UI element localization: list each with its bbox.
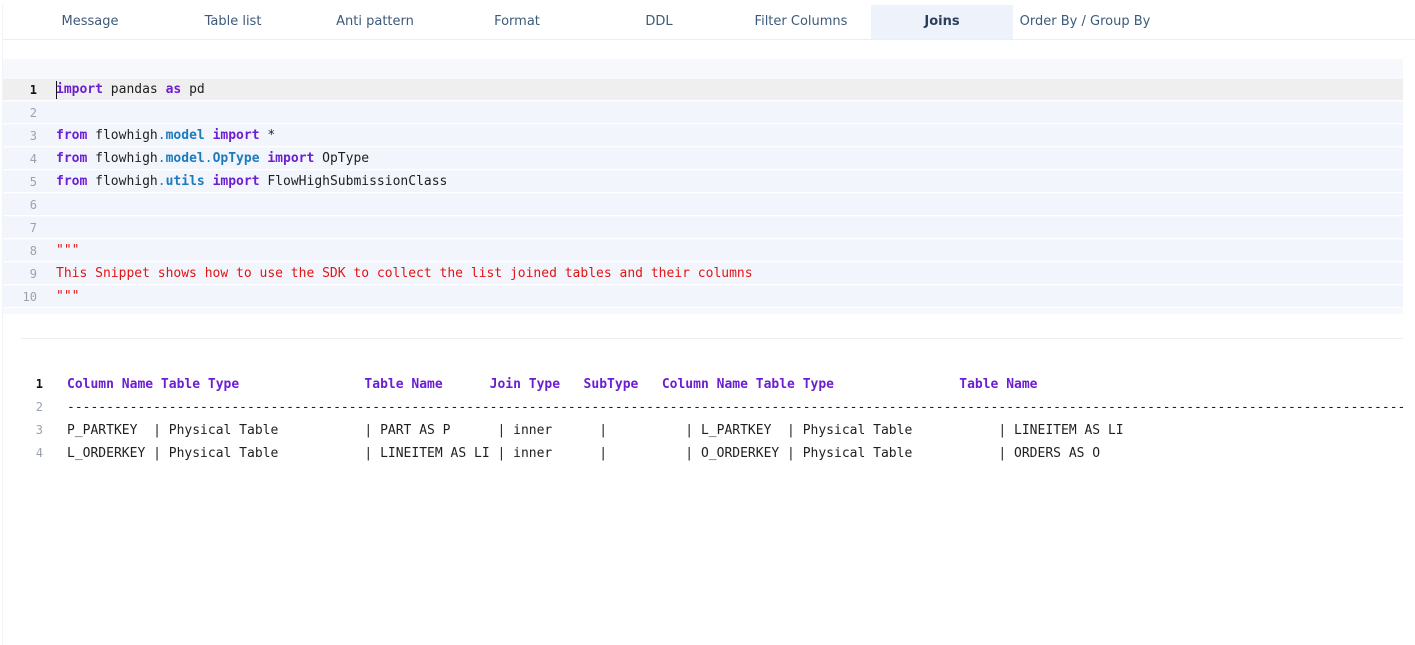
code-token: from xyxy=(56,128,88,143)
code-token: import xyxy=(212,128,260,143)
tab-format[interactable]: Format xyxy=(455,5,579,39)
code-text: """ xyxy=(56,240,79,262)
line-number: 6 xyxy=(29,198,37,212)
code-token: """ xyxy=(56,289,80,304)
code-text: import pandas as pd xyxy=(56,79,205,101)
tab-anti-pattern[interactable]: Anti pattern xyxy=(313,5,437,39)
output-line-text: P_PARTKEY | Physical Table | PART AS P |… xyxy=(67,423,1124,438)
output-line-text: Column Name Table Type Table Name Join T… xyxy=(67,377,1038,392)
code-line[interactable]: 5 from flowhigh.utils import FlowHighSubm… xyxy=(3,171,1403,193)
output-line-number: 3 xyxy=(35,423,43,437)
divider xyxy=(21,338,1403,339)
code-line[interactable]: 4 from flowhigh.model.OpType import OpTyp… xyxy=(3,148,1403,170)
line-number: 9 xyxy=(29,267,37,281)
code-token: OpType xyxy=(314,151,370,166)
code-line[interactable]: 2 xyxy=(3,102,1403,124)
tab-bar: Message Table list Anti pattern Format D… xyxy=(3,5,1415,40)
code-token: from xyxy=(56,174,88,189)
line-number: 1 xyxy=(29,83,37,97)
code-token: . xyxy=(157,151,166,166)
line-number: 2 xyxy=(29,106,37,120)
code-token: utils xyxy=(165,174,205,189)
tab-joins[interactable]: Joins xyxy=(871,5,1013,39)
tab-ddl[interactable]: DDL xyxy=(597,5,721,39)
code-token: import xyxy=(212,174,260,189)
code-token: FlowHighSubmissionClass xyxy=(259,174,448,189)
code-token: This Snippet shows how to use the SDK to… xyxy=(56,266,753,281)
output-console: 1 Column Name Table Type Table Name Join… xyxy=(3,369,1403,469)
result-panel: Message Table list Anti pattern Format D… xyxy=(2,5,1415,645)
code-token: flowhigh xyxy=(87,151,158,166)
tab-filter-columns[interactable]: Filter Columns xyxy=(739,5,863,39)
text-cursor xyxy=(56,81,57,99)
output-data-row: 4 L_ORDERKEY | Physical Table | LINEITEM… xyxy=(3,442,1403,465)
output-separator-row: 2 --------------------------------------… xyxy=(3,396,1403,419)
code-token: as xyxy=(165,82,182,97)
line-number: 10 xyxy=(22,290,37,304)
output-line-number: 4 xyxy=(35,446,43,460)
line-number: 8 xyxy=(29,244,37,258)
code-token: OpType xyxy=(212,151,260,166)
code-token: import xyxy=(56,82,103,97)
tab-table-list[interactable]: Table list xyxy=(171,5,295,39)
code-token: from xyxy=(56,151,88,166)
code-line[interactable]: 1 import pandas as pd xyxy=(3,79,1403,101)
code-token: import xyxy=(267,151,315,166)
code-token: . xyxy=(204,151,213,166)
code-text: from flowhigh.model import * xyxy=(56,125,275,147)
code-token: flowhigh xyxy=(87,174,158,189)
tab-message[interactable]: Message xyxy=(29,5,151,39)
code-token: """ xyxy=(56,243,80,258)
code-token: . xyxy=(157,174,166,189)
code-line[interactable]: 10 """ xyxy=(3,286,1403,308)
code-token: pandas xyxy=(102,82,166,97)
output-line-number: 1 xyxy=(35,377,43,391)
code-token: * xyxy=(259,128,276,143)
code-token: flowhigh xyxy=(87,128,158,143)
output-data-row: 3 P_PARTKEY | Physical Table | PART AS P… xyxy=(3,419,1403,442)
code-line[interactable]: 9 This Snippet shows how to use the SDK t… xyxy=(3,263,1403,285)
output-header-row: 1 Column Name Table Type Table Name Join… xyxy=(3,373,1403,396)
line-number: 4 xyxy=(29,152,37,166)
code-token: pd xyxy=(181,82,205,97)
code-text: from flowhigh.utils import FlowHighSubmi… xyxy=(56,171,447,193)
code-line[interactable]: 6 xyxy=(3,194,1403,216)
code-line[interactable]: 3 from flowhigh.model import * xyxy=(3,125,1403,147)
code-token: model xyxy=(165,151,205,166)
code-line[interactable]: 8 """ xyxy=(3,240,1403,262)
code-text: from flowhigh.model.OpType import OpType xyxy=(56,148,369,170)
line-number: 3 xyxy=(29,129,37,143)
tab-order-by-group-by[interactable]: Order By / Group By xyxy=(1013,5,1157,39)
code-token: model xyxy=(165,128,205,143)
line-number: 5 xyxy=(29,175,37,189)
output-line-text: L_ORDERKEY | Physical Table | LINEITEM A… xyxy=(67,446,1101,461)
code-token: . xyxy=(157,128,166,143)
line-number: 7 xyxy=(29,221,37,235)
code-line[interactable]: 7 xyxy=(3,217,1403,239)
code-text: """ xyxy=(56,286,79,308)
code-text: This Snippet shows how to use the SDK to… xyxy=(56,263,753,285)
output-line-text: ----------------------------------------… xyxy=(67,400,1403,415)
output-line-number: 2 xyxy=(35,400,43,414)
code-editor[interactable]: 1 import pandas as pd 2 3 from flowhigh.mode… xyxy=(3,59,1403,314)
